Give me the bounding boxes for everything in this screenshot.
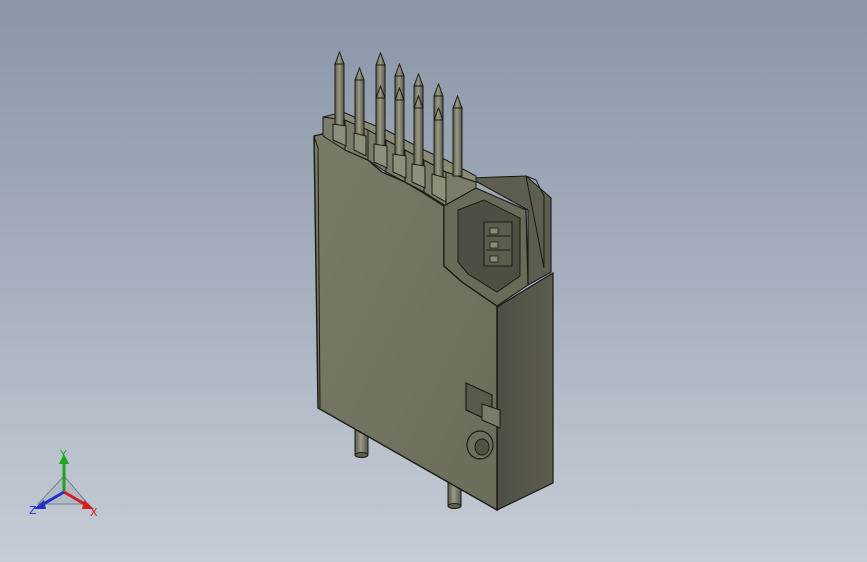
pin — [375, 84, 386, 151]
pin — [413, 94, 424, 167]
pin — [452, 94, 463, 177]
y-axis-label: Y — [59, 448, 67, 461]
pin — [334, 50, 345, 127]
view-orientation-triad[interactable]: Y X Z — [26, 446, 106, 526]
housing-side-face — [496, 271, 554, 511]
graphics-viewport[interactable]: Y X Z — [0, 0, 867, 562]
connector-3d-model[interactable] — [0, 0, 867, 562]
x-axis-label: X — [90, 506, 98, 519]
pin — [433, 106, 444, 179]
pin — [394, 86, 405, 159]
pin — [354, 66, 365, 136]
mounting-hole — [466, 430, 494, 460]
z-axis-label: Z — [29, 504, 37, 517]
